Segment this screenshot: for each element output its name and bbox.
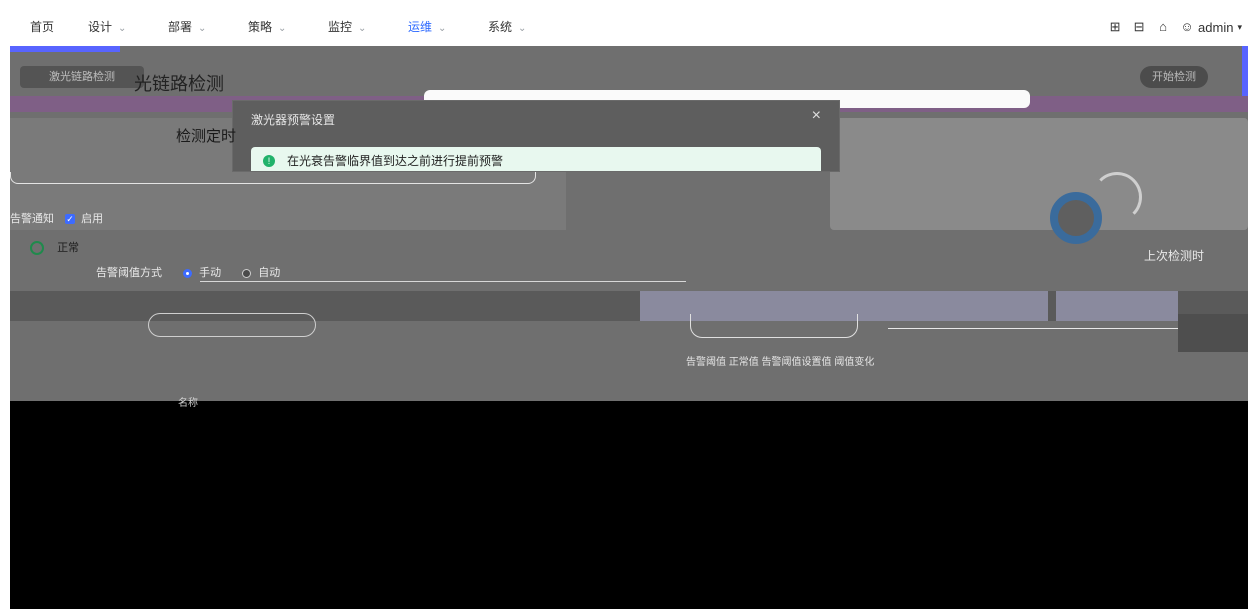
dialog-title: 激光器预警设置 [251, 113, 336, 127]
radio-auto[interactable] [242, 268, 252, 278]
nav-toolbar: ⊞ ⊟ ⌂ ☺ admin ▾ [1108, 8, 1242, 46]
username: admin [1198, 19, 1234, 35]
alert-setting-row: 告警通知 ✓ 启用 [10, 210, 103, 226]
check-circle-icon [30, 241, 44, 256]
range-slider[interactable] [690, 314, 858, 338]
nav-operations[interactable]: 运维 ⌄ [408, 8, 446, 46]
page-title: 光链路检测 [134, 74, 224, 94]
warning-settings-dialog: 激光器预警设置 × ! 在光衰告警临界值到达之前进行提前预警 [232, 100, 840, 172]
enabled-label: 启用 [81, 213, 104, 225]
nav-monitor[interactable]: 监控 ⌄ [328, 8, 366, 46]
chevron-down-icon: ⌄ [438, 23, 447, 34]
status-text: 正常 [57, 242, 80, 254]
user-menu[interactable]: ☺ admin ▾ [1180, 20, 1242, 35]
detect-time-label: 检测定时 [176, 128, 237, 145]
app-window: 首页 设计 ⌄ 部署 ⌄ 策略 ⌄ 监控 ⌄ 运维 ⌄ 系统 ⌄ ⊞ ⊟ ⌂ ☺ admin… [10, 8, 1248, 609]
top-navigation: 首页 设计 ⌄ 部署 ⌄ 策略 ⌄ 监控 ⌄ 运维 ⌄ 系统 ⌄ ⊞ ⊟ ⌂ ☺ admin… [10, 8, 1248, 47]
tab-laser-detection[interactable]: 激光链路检测 [20, 66, 144, 88]
ref-mode-label: 告警阈值方式 [96, 267, 162, 279]
chart-toolbar-segment [1056, 291, 1178, 321]
gauge-icon [1050, 192, 1102, 244]
info-icon: ! [263, 155, 275, 167]
user-icon: ☺ [1180, 19, 1194, 34]
nav-system[interactable]: 系统 ⌄ [488, 8, 526, 46]
radio-manual[interactable] [183, 268, 193, 278]
shirt-icon[interactable]: ⌂ [1156, 20, 1170, 34]
alert-label: 告警通知 [10, 213, 54, 225]
nav-home[interactable]: 首页 [30, 8, 54, 46]
chevron-down-icon: ⌄ [518, 23, 527, 34]
status-row: 正常 [30, 239, 80, 256]
blue-accent-strip [10, 46, 120, 52]
chevron-down-icon: ⌄ [278, 23, 287, 34]
monitor-icon[interactable]: ⊟ [1132, 20, 1146, 34]
ref-mode-row: 告警阈值方式 手动 自动 [96, 264, 280, 280]
chart-legend: 告警阈值 正常值 告警阈值设置值 阈值变化 [686, 357, 875, 368]
chevron-down-icon: ⌄ [118, 23, 127, 34]
start-detect-button[interactable]: 开始检测 [1140, 66, 1208, 88]
table-column-header: 名称 [178, 398, 198, 409]
close-icon[interactable]: × [812, 107, 821, 125]
nav-design[interactable]: 设计 ⌄ [88, 8, 126, 46]
chevron-down-icon: ⌄ [198, 23, 207, 34]
status-panel [830, 118, 1248, 230]
side-block [1178, 314, 1248, 352]
divider [200, 281, 686, 282]
nav-deploy[interactable]: 部署 ⌄ [168, 8, 206, 46]
info-alert: ! 在光衰告警临界值到达之前进行提前预警 [251, 147, 821, 171]
divider [888, 328, 1178, 329]
caret-down-icon: ▾ [1237, 21, 1242, 32]
radio-manual-label: 手动 [199, 267, 222, 279]
blue-accent-strip-right [1242, 46, 1248, 96]
last-detect-label: 上次检测时 [1144, 249, 1205, 263]
range-select[interactable] [148, 313, 316, 337]
radio-auto-label: 自动 [258, 267, 281, 279]
alert-text: 在光衰告警临界值到达之前进行提前预警 [287, 154, 504, 168]
detect-time-field[interactable] [10, 172, 536, 184]
apps-grid-icon[interactable]: ⊞ [1108, 20, 1122, 34]
checkbox-checked-icon[interactable]: ✓ [65, 214, 76, 225]
nav-strategy[interactable]: 策略 ⌄ [248, 8, 286, 46]
chevron-down-icon: ⌄ [358, 23, 367, 34]
